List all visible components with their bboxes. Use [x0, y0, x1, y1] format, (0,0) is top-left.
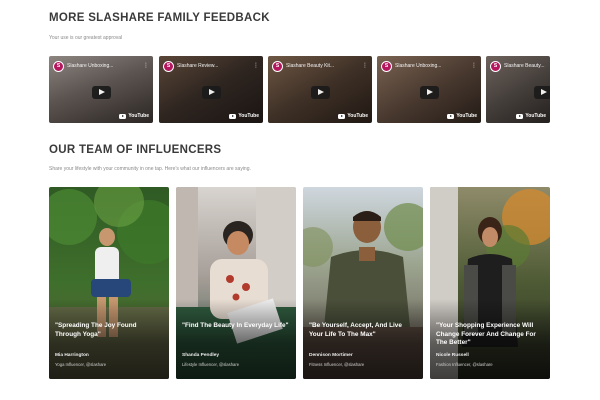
- influencer-card[interactable]: "Spreading The Joy Found Through Yoga" M…: [49, 187, 169, 379]
- influencers-section-subtitle: Share your lifestyle with your community…: [49, 166, 251, 172]
- youtube-icon: [229, 113, 237, 119]
- video-card[interactable]: S Slashare Beauty Kit... ⋮ YouTube: [268, 56, 372, 123]
- youtube-logo[interactable]: YouTube: [119, 113, 149, 119]
- more-options-icon[interactable]: ⋮: [362, 63, 368, 69]
- influencer-card[interactable]: "Your Shopping Experience Will Change Fo…: [430, 187, 550, 379]
- influencer-name: Dennison Mortimer: [309, 353, 353, 358]
- video-title: Slashare Beauty...: [504, 63, 545, 69]
- influencer-name: Nicole Russell: [436, 353, 469, 358]
- play-button-icon[interactable]: [534, 85, 550, 99]
- youtube-logo[interactable]: YouTube: [516, 113, 546, 119]
- video-title: Slashare Review...: [177, 63, 219, 69]
- channel-logo-icon: S: [53, 60, 64, 72]
- influencer-role: Fitness Influencer, @slashare: [309, 362, 365, 367]
- influencers-section-title: OUR TEAM OF INFLUENCERS: [49, 144, 222, 156]
- feedback-section-subtitle: Your use is our greatest approval: [49, 35, 123, 41]
- youtube-icon: [516, 113, 524, 119]
- video-title: Slashare Unboxing...: [395, 63, 442, 69]
- influencer-name: Shanda Pendley: [182, 353, 220, 358]
- more-options-icon[interactable]: ⋮: [471, 63, 477, 69]
- youtube-logo[interactable]: YouTube: [447, 113, 477, 119]
- youtube-icon: [447, 113, 455, 119]
- channel-logo-icon: S: [490, 60, 501, 72]
- play-button-icon[interactable]: [202, 85, 221, 99]
- influencer-grid: "Spreading The Joy Found Through Yoga" M…: [49, 187, 550, 379]
- video-card[interactable]: S Slashare Unboxing... ⋮ YouTube: [377, 56, 481, 123]
- youtube-label: YouTube: [456, 113, 477, 119]
- influencer-quote: "Spreading The Joy Found Through Yoga": [55, 322, 137, 338]
- influencer-quote: "Be Yourself, Accept, And Live Your Life…: [309, 322, 402, 338]
- video-card[interactable]: S Slashare Review... ⋮ YouTube: [159, 56, 263, 123]
- influencer-card[interactable]: "Be Yourself, Accept, And Live Your Life…: [303, 187, 423, 379]
- youtube-label: YouTube: [128, 113, 149, 119]
- youtube-label: YouTube: [238, 113, 259, 119]
- influencer-role: Fashion Influencer, @slashare: [436, 362, 493, 367]
- channel-logo-icon: S: [272, 60, 283, 72]
- youtube-logo[interactable]: YouTube: [338, 113, 368, 119]
- youtube-icon: [119, 113, 127, 119]
- influencer-role: Yoga Influencer, @slashare: [55, 362, 107, 367]
- influencer-card[interactable]: "Find The Beauty In Everyday Life" Shand…: [176, 187, 296, 379]
- youtube-label: YouTube: [347, 113, 368, 119]
- channel-logo-icon: S: [163, 60, 174, 72]
- youtube-icon: [338, 113, 346, 119]
- channel-logo-icon: S: [381, 60, 392, 72]
- youtube-label: YouTube: [525, 113, 546, 119]
- play-button-icon[interactable]: [92, 85, 111, 99]
- more-options-icon[interactable]: ⋮: [143, 63, 149, 69]
- video-title: Slashare Beauty Kit...: [286, 63, 335, 69]
- youtube-logo[interactable]: YouTube: [229, 113, 259, 119]
- video-card[interactable]: S Slashare Beauty... YouTube: [486, 56, 550, 123]
- feedback-section-title: MORE SLASHARE FAMILY FEEDBACK: [49, 12, 270, 24]
- video-card[interactable]: S Slashare Unboxing... ⋮ YouTube: [49, 56, 153, 123]
- play-button-icon[interactable]: [311, 85, 330, 99]
- influencer-quote: "Your Shopping Experience Will Change Fo…: [436, 322, 536, 347]
- video-strip: S Slashare Unboxing... ⋮ YouTube S Slash…: [49, 56, 550, 123]
- video-title: Slashare Unboxing...: [67, 63, 114, 69]
- more-options-icon[interactable]: ⋮: [253, 63, 259, 69]
- influencer-quote: "Find The Beauty In Everyday Life": [182, 322, 289, 329]
- influencer-name: Mia Harrington: [55, 353, 89, 358]
- influencer-role: Lifestyle Influencer, @slashare: [182, 362, 240, 367]
- play-button-icon[interactable]: [420, 85, 439, 99]
